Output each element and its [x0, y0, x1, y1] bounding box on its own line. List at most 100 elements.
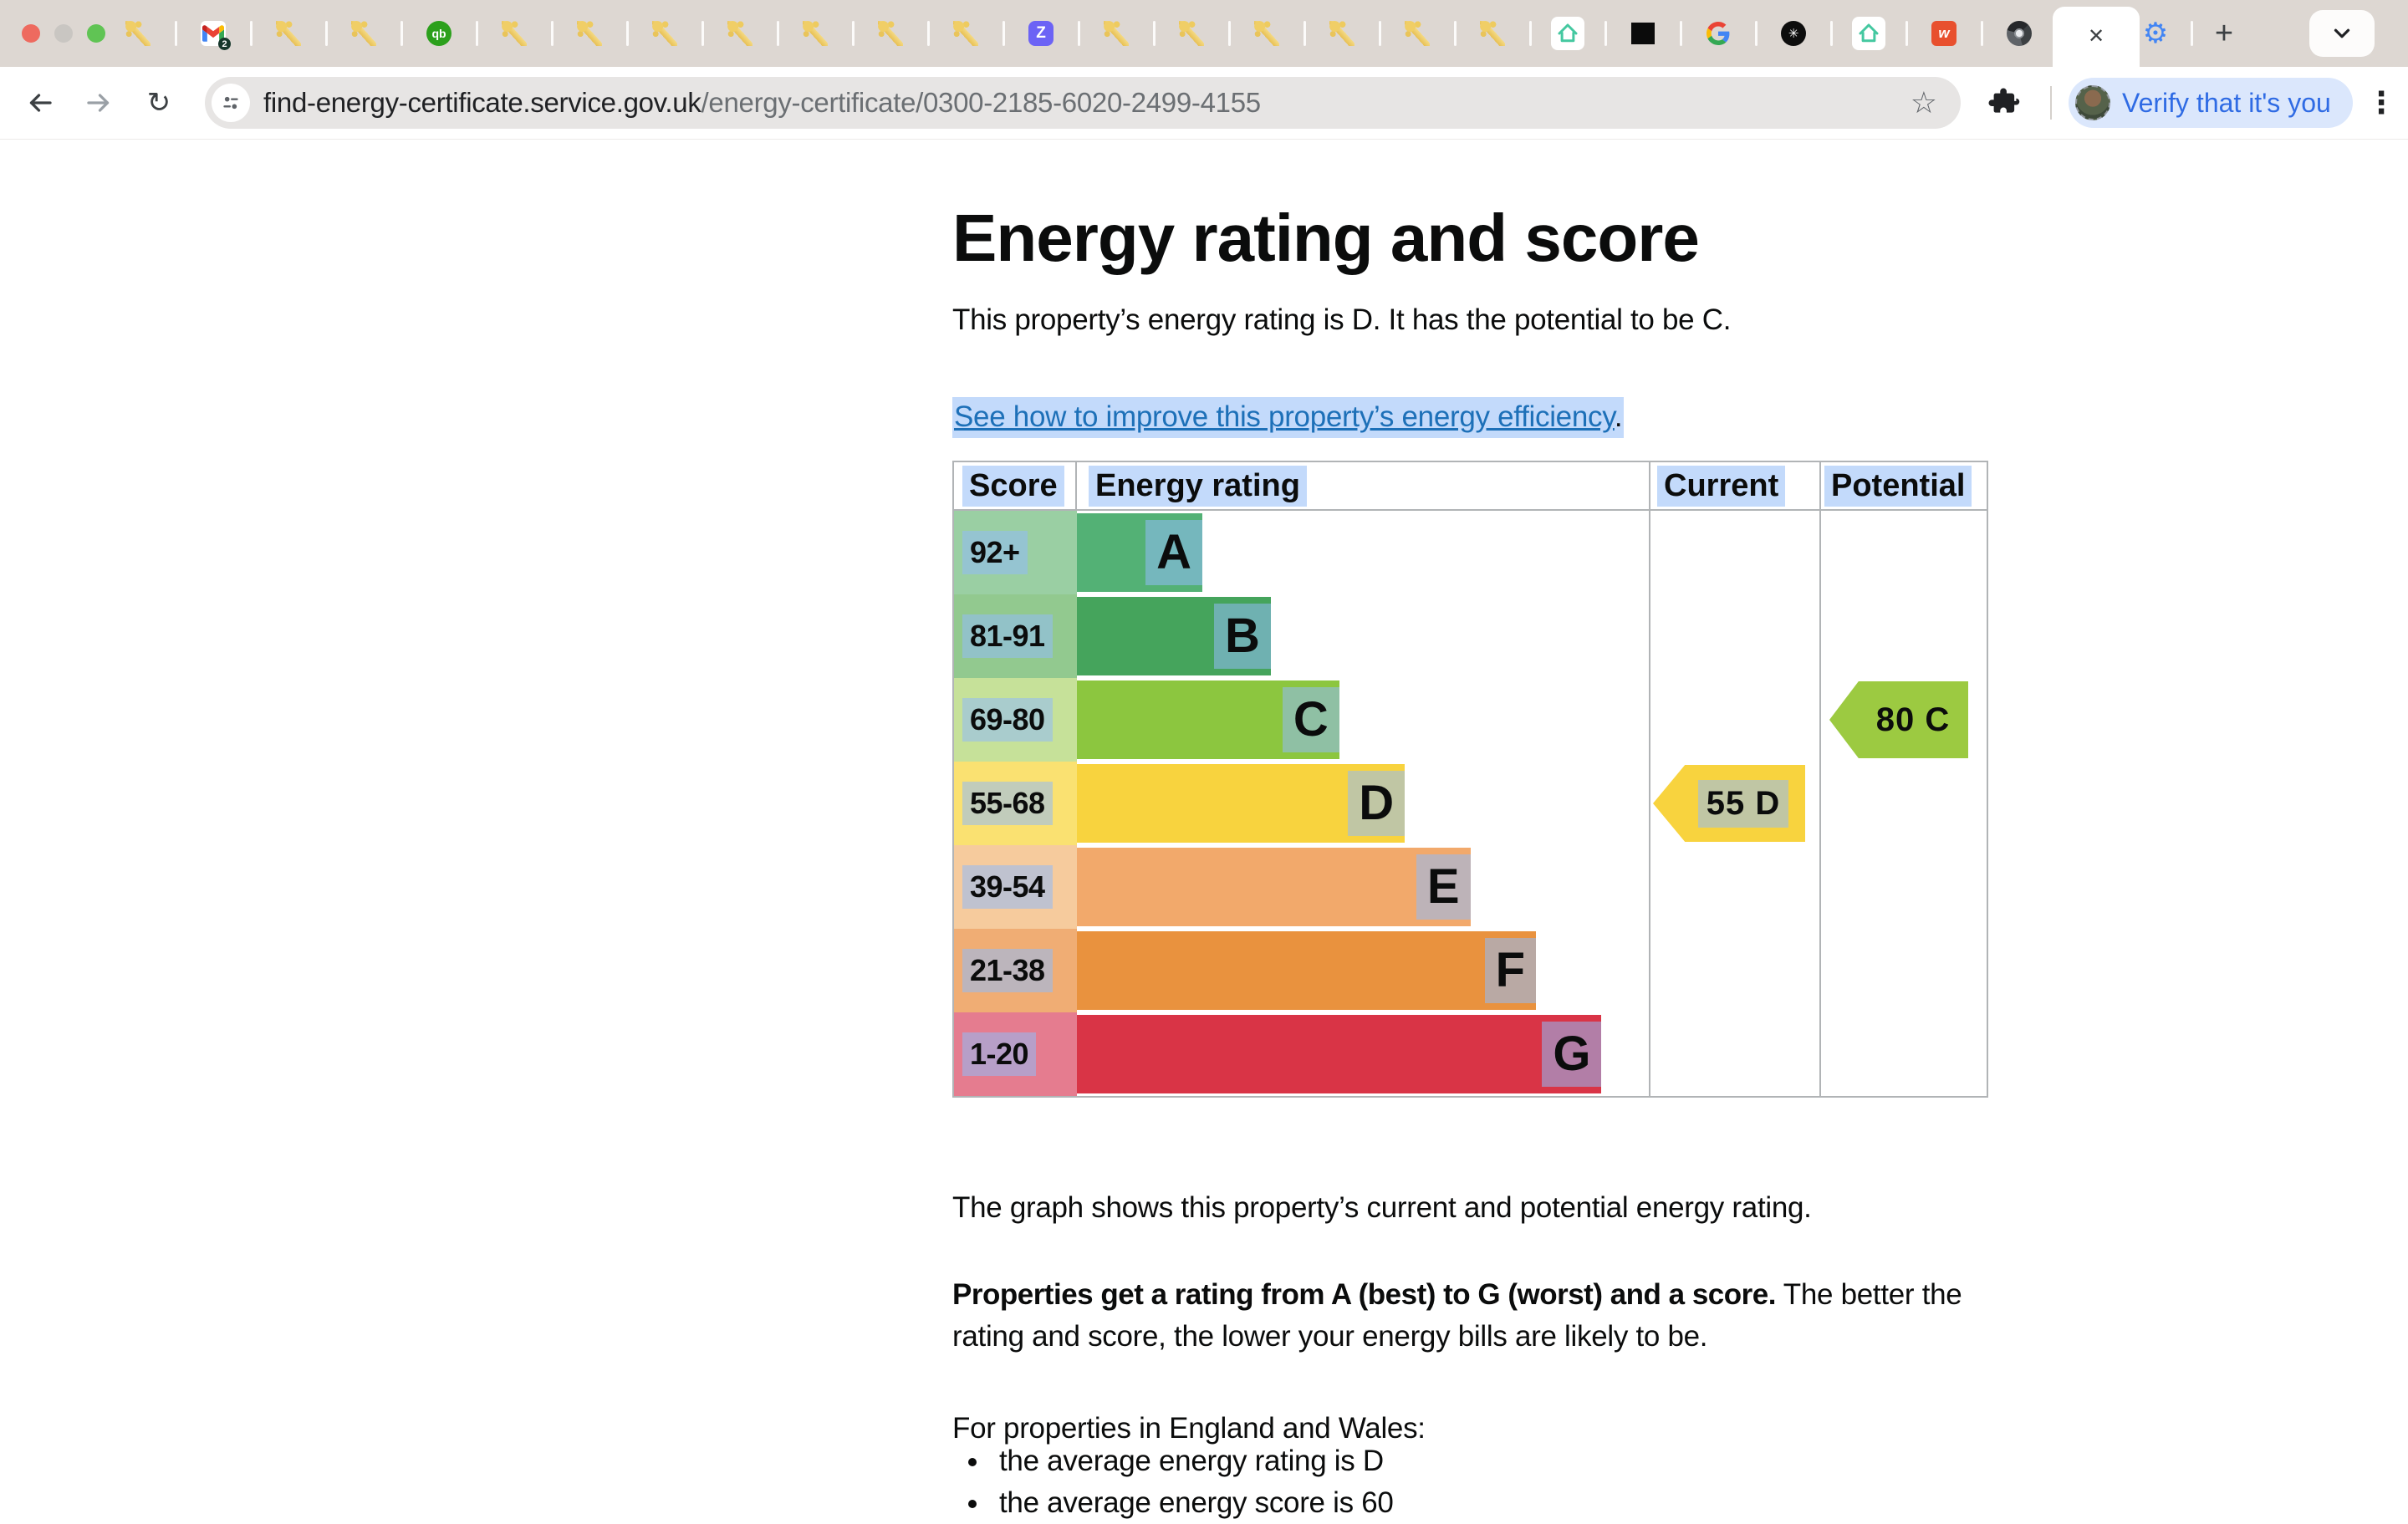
back-arrow-icon [25, 88, 55, 118]
close-tab-icon[interactable]: ✕ [2088, 27, 2104, 47]
band-bar-e: E [1077, 848, 1471, 926]
band-letter: E [1416, 854, 1471, 920]
pinned-tab[interactable] [1681, 0, 1756, 67]
zotero-icon: Z [1028, 21, 1054, 46]
pinned-tab[interactable] [326, 0, 401, 67]
kebab-icon: ⋮ [2366, 85, 2396, 120]
score-range: 81-91 [962, 614, 1053, 658]
reload-button[interactable]: ↻ [135, 67, 182, 139]
epc-band-row-d: 55-68D [954, 762, 1987, 845]
profile-avatar [2075, 85, 2110, 120]
pinned-tab[interactable] [100, 0, 176, 67]
browser-tab-bar: 2 qb Z ✳ w ✕ ⚙ + [0, 0, 2408, 67]
header-score: Score [954, 462, 1077, 509]
header-current: Current [1647, 462, 1818, 509]
back-button[interactable] [17, 67, 64, 139]
settings-tab[interactable]: ⚙ [2137, 0, 2174, 67]
window-close-button[interactable] [22, 24, 40, 43]
pinned-tab[interactable] [1605, 0, 1681, 67]
pinned-tab[interactable] [1455, 0, 1530, 67]
window-minimize-button[interactable] [54, 24, 73, 43]
extensions-button[interactable] [1988, 67, 2022, 139]
default-favicon [351, 21, 376, 46]
graph-caption: The graph shows this property’s current … [952, 1187, 1812, 1229]
pinned-tab[interactable]: ✳ [1756, 0, 1831, 67]
score-range-cell: 92+ [954, 511, 1077, 594]
default-favicon [953, 21, 978, 46]
chevron-down-icon [2329, 21, 2354, 46]
potential-rating-marker: 80 C [1829, 681, 1968, 758]
pinned-tabs-strip: 2 qb Z ✳ w [100, 0, 2057, 67]
default-favicon [727, 21, 752, 46]
score-range-cell: 81-91 [954, 594, 1077, 678]
epc-rating-table: Score Energy rating Current Potential 92… [952, 461, 1988, 1098]
active-tab[interactable]: ✕ [2053, 7, 2140, 67]
list-item: the average energy rating is D [991, 1440, 1394, 1482]
default-favicon [502, 21, 527, 46]
pinned-tab[interactable] [251, 0, 326, 67]
pinned-tab[interactable] [702, 0, 778, 67]
pinned-tab[interactable] [1982, 0, 2057, 67]
plus-icon: + [2215, 16, 2233, 52]
profile-verify-button[interactable]: Verify that it's you [2069, 78, 2353, 128]
tab-search-button[interactable] [2309, 10, 2375, 57]
pinned-tab[interactable] [477, 0, 552, 67]
pinned-tab[interactable] [1229, 0, 1304, 67]
score-range: 21-38 [962, 949, 1053, 992]
band-bar-b: B [1077, 597, 1271, 675]
header-potential: Potential [1818, 462, 1985, 509]
puzzle-icon [1988, 86, 2022, 120]
url-text[interactable]: find-energy-certificate.service.gov.uk/e… [263, 87, 1261, 119]
pinned-tab[interactable] [778, 0, 853, 67]
address-bar[interactable]: find-energy-certificate.service.gov.uk/e… [205, 77, 1961, 129]
default-favicon [803, 21, 828, 46]
epc-band-row-f: 21-38 F [954, 929, 1987, 1012]
band-letter: F [1485, 938, 1536, 1003]
pinned-tab[interactable] [1831, 0, 1906, 67]
epc-band-row-g: 1-20G [954, 1012, 1987, 1096]
score-range-cell: 21-38 [954, 929, 1077, 1012]
tune-icon [220, 92, 242, 114]
default-favicon [1405, 21, 1430, 46]
chrome-icon [2007, 21, 2032, 46]
reload-icon: ↻ [147, 86, 171, 120]
bookmark-button[interactable]: ☆ [1911, 77, 1937, 129]
new-tab-button[interactable]: + [2204, 0, 2244, 67]
pinned-tab[interactable]: Z [1003, 0, 1079, 67]
pinned-tab[interactable] [928, 0, 1003, 67]
page-content: Energy rating and score This property’s … [0, 140, 2408, 1505]
wistia-icon: w [1931, 21, 1956, 46]
tab-separator [2191, 21, 2193, 46]
pinned-tab[interactable] [1304, 0, 1380, 67]
url-path: /energy-certificate/0300-2185-6020-2499-… [701, 87, 1261, 118]
score-range-cell: 1-20 [954, 1012, 1077, 1096]
improve-efficiency-link[interactable]: See how to improve this property’s energ… [954, 400, 1615, 433]
site-info-button[interactable] [212, 84, 250, 122]
ratings-explanation: Properties get a rating from A (best) to… [952, 1274, 1997, 1358]
pinned-tab[interactable]: qb [401, 0, 477, 67]
pinned-tab[interactable] [853, 0, 928, 67]
pinned-tab[interactable] [1154, 0, 1229, 67]
list-item: the average energy score is 60 [991, 1482, 1394, 1524]
score-range-cell: 39-54 [954, 845, 1077, 929]
browser-menu-button[interactable]: ⋮ [2363, 67, 2400, 139]
default-favicon [1254, 21, 1279, 46]
default-favicon [652, 21, 677, 46]
header-energy-rating: Energy rating [1077, 462, 1647, 509]
band-bar-g: G [1077, 1015, 1601, 1093]
current-rating-marker: 55 D [1653, 765, 1805, 842]
pinned-tab[interactable] [1530, 0, 1605, 67]
epc-band-row-a: 92+A [954, 511, 1987, 594]
pinned-tab[interactable] [552, 0, 627, 67]
pinned-tab[interactable]: w [1906, 0, 1982, 67]
improve-link-line: See how to improve this property’s energ… [952, 396, 1624, 438]
current-rating-value: 55 D [1698, 780, 1789, 828]
forward-arrow-icon [84, 88, 114, 118]
pinned-tab[interactable] [1380, 0, 1455, 67]
band-letter: D [1348, 771, 1405, 836]
default-favicon [1329, 21, 1354, 46]
pinned-tab[interactable] [627, 0, 702, 67]
forward-button[interactable] [75, 67, 122, 139]
pinned-tab[interactable]: 2 [176, 0, 251, 67]
pinned-tab[interactable] [1079, 0, 1154, 67]
